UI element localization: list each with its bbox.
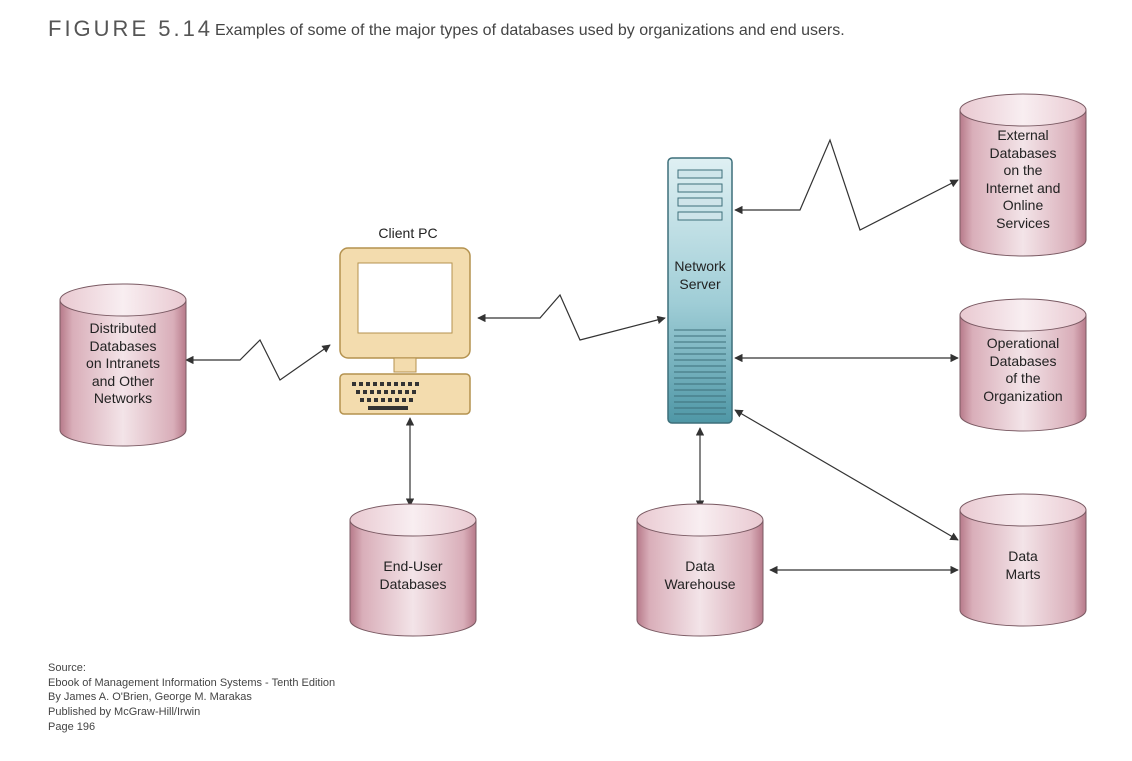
operational-db-label: Operational Databases of the Organizatio… (963, 335, 1083, 405)
data-marts-label: Data Marts (963, 548, 1083, 583)
source-line1: Ebook of Management Information Systems … (48, 676, 335, 691)
network-server-label: Network Server (670, 258, 730, 293)
distributed-db-label: Distributed Databases on Intranets and O… (63, 320, 183, 408)
source-line2: By James A. O'Brien, George M. Marakas (48, 690, 335, 705)
conn-client-server (478, 295, 665, 340)
diagram-page: FIGURE 5.14 Examples of some of the majo… (0, 0, 1132, 761)
data-warehouse-label: Data Warehouse (640, 558, 760, 593)
conn-server-external (735, 140, 958, 230)
source-citation: Source: Ebook of Management Information … (48, 661, 335, 735)
external-db-label: External Databases on the Internet and O… (963, 127, 1083, 232)
connectors (186, 140, 958, 570)
conn-server-datamarts (735, 410, 958, 540)
end-user-db-label: End-User Databases (353, 558, 473, 593)
conn-distributed-client (186, 340, 330, 380)
client-pc-icon (340, 248, 470, 414)
source-line4: Page 196 (48, 720, 335, 735)
client-pc-label: Client PC (373, 225, 443, 243)
source-line3: Published by McGraw-Hill/Irwin (48, 705, 335, 720)
source-title: Source: (48, 661, 335, 676)
